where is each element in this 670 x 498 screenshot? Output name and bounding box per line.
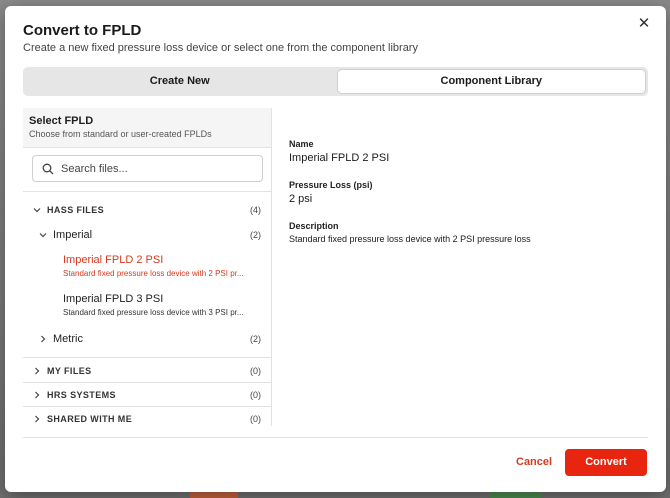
- convert-button[interactable]: Convert: [565, 449, 647, 476]
- item-description: Standard fixed pressure loss device with…: [63, 269, 244, 278]
- group-label: HRS SYSTEMS: [47, 390, 116, 400]
- chevron-down-icon: [33, 208, 41, 213]
- tab-bar: Create New Component Library: [23, 67, 648, 96]
- pressure-value: 2 psi: [289, 193, 313, 205]
- group-shared-with-me[interactable]: SHARED WITH ME (0): [23, 409, 272, 429]
- file-browser: Select FPLD Choose from standard or user…: [23, 108, 272, 426]
- description-label: Description: [289, 221, 339, 231]
- browser-subheading: Choose from standard or user-created FPL…: [29, 129, 212, 139]
- group-hrs-systems[interactable]: HRS SYSTEMS (0): [23, 385, 272, 405]
- close-icon[interactable]: ✕: [636, 16, 652, 32]
- chevron-down-icon: [39, 233, 47, 238]
- group-label: SHARED WITH ME: [47, 414, 133, 424]
- library-panel: Select FPLD Choose from standard or user…: [23, 108, 648, 426]
- divider: [23, 406, 272, 407]
- chevron-right-icon: [35, 415, 40, 423]
- group-count: (4): [250, 205, 261, 215]
- group-count: (0): [250, 366, 261, 376]
- convert-dialog: Convert to FPLD Create a new fixed press…: [5, 6, 666, 492]
- browser-header: Select FPLD Choose from standard or user…: [23, 108, 271, 148]
- name-value: Imperial FPLD 2 PSI: [289, 152, 390, 164]
- dialog-title: Convert to FPLD: [23, 22, 142, 39]
- group-hass-files[interactable]: HASS FILES (4): [23, 200, 272, 220]
- detail-pressure: Pressure Loss (psi) 2 psi: [289, 180, 373, 205]
- search-box[interactable]: [32, 155, 263, 182]
- folder-count: (2): [250, 334, 261, 344]
- item-name: Imperial FPLD 2 PSI: [63, 254, 164, 266]
- pressure-label: Pressure Loss (psi): [289, 180, 373, 190]
- dialog-subtitle: Create a new fixed pressure loss device …: [23, 42, 418, 54]
- footer-divider: [23, 437, 648, 438]
- group-my-files[interactable]: MY FILES (0): [23, 361, 272, 381]
- search-icon: [42, 163, 54, 174]
- search-input[interactable]: [61, 162, 251, 175]
- item-name: Imperial FPLD 3 PSI: [63, 293, 164, 305]
- tab-component-library[interactable]: Component Library: [337, 70, 645, 93]
- group-count: (0): [250, 414, 261, 424]
- chevron-right-icon: [35, 367, 40, 375]
- divider: [23, 382, 272, 383]
- detail-name: Name Imperial FPLD 2 PSI: [289, 139, 389, 164]
- list-item-imperial-fpld-3-psi[interactable]: Imperial FPLD 3 PSI Standard fixed press…: [63, 293, 263, 317]
- group-count: (0): [250, 390, 261, 400]
- chevron-right-icon: [35, 391, 40, 399]
- divider: [23, 357, 272, 358]
- folder-imperial[interactable]: Imperial (2): [23, 225, 272, 245]
- browser-heading: Select FPLD: [29, 115, 94, 127]
- list-item-imperial-fpld-2-psi[interactable]: Imperial FPLD 2 PSI Standard fixed press…: [63, 254, 263, 278]
- item-description: Standard fixed pressure loss device with…: [63, 308, 244, 317]
- group-label: MY FILES: [47, 366, 92, 376]
- folder-label: Metric: [53, 333, 83, 345]
- chevron-right-icon: [41, 335, 46, 343]
- group-label: HASS FILES: [47, 205, 105, 215]
- tab-create-new[interactable]: Create New: [26, 70, 334, 93]
- detail-description: Description Standard fixed pressure loss…: [289, 221, 639, 244]
- folder-count: (2): [250, 230, 261, 240]
- search-area: [23, 148, 271, 192]
- description-value: Standard fixed pressure loss device with…: [289, 234, 531, 244]
- folder-label: Imperial: [53, 229, 93, 241]
- name-label: Name: [289, 139, 314, 149]
- folder-metric[interactable]: Metric (2): [23, 329, 272, 349]
- cancel-button[interactable]: Cancel: [516, 456, 552, 468]
